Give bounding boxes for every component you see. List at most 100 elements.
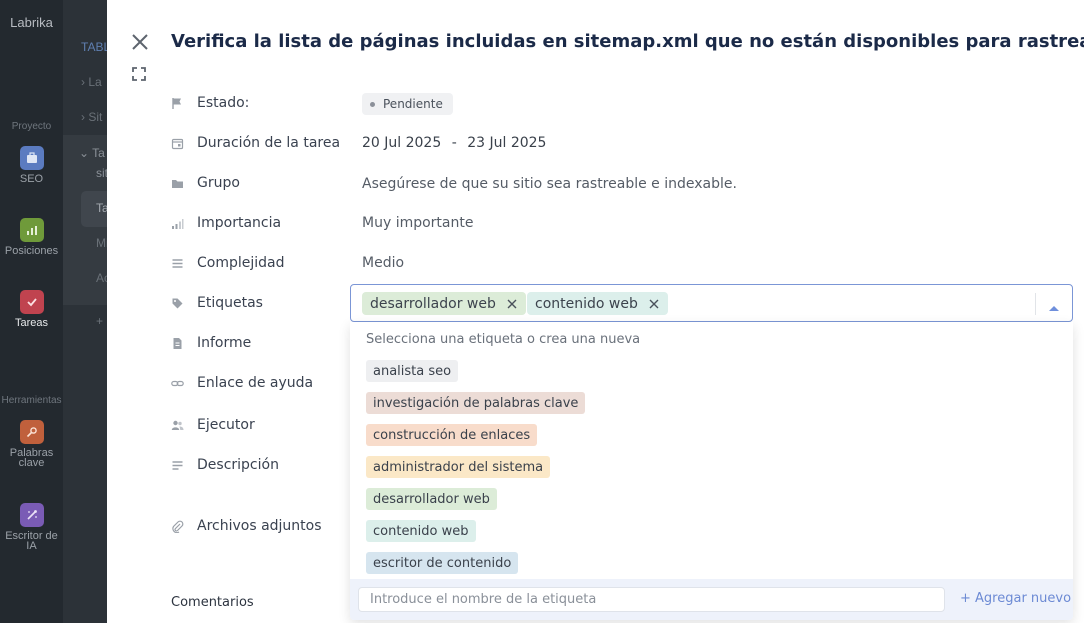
executor-label: Ejecutor: [197, 417, 255, 433]
sub-panel-item[interactable]: Mi: [96, 236, 107, 250]
tag-option-content-writer[interactable]: escritor de contenido: [366, 552, 519, 574]
sub-panel-item[interactable]: › La: [81, 75, 102, 89]
nav-label-tasks: Tareas: [14, 317, 49, 329]
duration-label: Duración de la tarea: [197, 135, 341, 151]
field-help-link: Enlace de ayuda: [170, 373, 360, 393]
sub-panel-heading: TABL: [81, 40, 107, 54]
calendar-icon: [170, 136, 184, 150]
attachments-label: Archivos adjuntos: [197, 518, 322, 534]
sub-panel-add[interactable]: +: [96, 314, 103, 328]
flag-icon: [170, 96, 184, 110]
tag-option-web-developer[interactable]: desarrollador web: [366, 488, 497, 510]
nav-item-seo[interactable]: SEO: [0, 146, 63, 185]
tag-option-sysadmin[interactable]: administrador del sistema: [366, 456, 551, 478]
field-executor: Ejecutor: [170, 415, 360, 435]
status-label: Estado:: [197, 95, 250, 111]
nav-item-positions[interactable]: Posiciones: [0, 218, 63, 257]
tag-option-seo-analyst[interactable]: analista seo: [366, 360, 459, 382]
checkmark-icon: [19, 290, 44, 314]
sub-panel-item-sub: sit: [96, 166, 107, 180]
sub-panel-item[interactable]: Ac: [96, 271, 107, 285]
field-description: Descripción: [170, 455, 360, 475]
selected-tag-label: contenido web: [535, 295, 638, 312]
nav-item-keywords[interactable]: Palabras clave: [0, 420, 63, 469]
app-sidebar: Labrika Proyecto SEO Posiciones Tareas H…: [0, 0, 63, 623]
nav-item-ai-writer[interactable]: Escritor de IA: [0, 503, 63, 552]
lines-icon: [170, 256, 184, 270]
selected-tag-chip: contenido web: [527, 292, 668, 315]
expand-button[interactable]: [131, 66, 147, 82]
nav-label-keywords: Palabras clave: [9, 447, 54, 469]
field-duration: Duración de la tarea: [170, 133, 360, 153]
paperclip-icon: [170, 519, 184, 533]
section-label-tools: Herramientas: [1, 395, 62, 406]
field-importance: Importancia: [170, 213, 360, 233]
field-tags: Etiquetas: [170, 293, 360, 313]
field-status: Estado:: [170, 93, 360, 113]
status-dot: [370, 101, 375, 107]
field-report: Informe: [170, 333, 360, 353]
remove-tag-button[interactable]: [646, 296, 662, 312]
importance-label: Importancia: [197, 215, 282, 231]
nav-label-ai-writer: Escritor de IA: [5, 530, 58, 552]
caret-up-icon: [1049, 306, 1059, 311]
nav-label-seo: SEO: [19, 173, 44, 185]
task-modal: Verifica la lista de páginas incluidas e…: [107, 0, 1084, 623]
sub-panel-item[interactable]: › Sit: [81, 110, 102, 124]
sub-panel-item[interactable]: ⌄ Ta: [79, 146, 105, 160]
close-button[interactable]: [129, 31, 151, 53]
signal-bars-icon: [170, 216, 184, 230]
text-lines-icon: [170, 458, 184, 472]
sub-panel-item[interactable]: Ta: [96, 201, 107, 215]
nav-item-tasks[interactable]: Tareas: [0, 290, 63, 329]
close-icon: [507, 299, 517, 308]
tags-select[interactable]: desarrollador web contenido web: [350, 284, 1073, 322]
report-label: Informe: [197, 335, 252, 351]
status-value: Pendiente: [383, 97, 443, 111]
importance-value[interactable]: Muy importante: [362, 215, 473, 231]
duration-value[interactable]: 20 Jul 2025 - 23 Jul 2025: [362, 135, 546, 151]
users-icon: [170, 418, 184, 432]
magic-wand-icon: [19, 503, 44, 527]
duration-separator: -: [451, 135, 457, 151]
comments-heading: Comentarios: [171, 595, 254, 610]
project-sub-panel: TABL › La › Sit ⌄ Ta sit Ta Mi Ac +: [63, 0, 107, 623]
link-icon: [170, 376, 184, 390]
document-icon: [170, 336, 184, 350]
tag-icon: [170, 296, 184, 310]
duration-start: 20 Jul 2025: [362, 135, 442, 151]
add-new-tag-button[interactable]: + Agregar nuevo: [960, 591, 1071, 606]
group-label: Grupo: [197, 175, 240, 191]
dropdown-toggle[interactable]: [1048, 298, 1060, 311]
remove-tag-button[interactable]: [504, 296, 520, 312]
tag-option-link-building[interactable]: construcción de enlaces: [366, 424, 538, 446]
task-title: Verifica la lista de páginas incluidas e…: [171, 31, 1084, 52]
tag-option-keyword-research[interactable]: investigación de palabras clave: [366, 392, 586, 414]
help-link-label: Enlace de ayuda: [197, 375, 314, 391]
tags-dropdown: Selecciona una etiqueta o crea una nueva…: [350, 322, 1073, 620]
folder-icon: [170, 176, 184, 190]
field-group: Grupo: [170, 173, 360, 193]
status-badge[interactable]: Pendiente: [362, 93, 453, 115]
close-icon: [132, 34, 148, 50]
complexity-value[interactable]: Medio: [362, 255, 404, 271]
tags-label: Etiquetas: [197, 295, 263, 311]
complexity-label: Complejidad: [197, 255, 285, 271]
chart-icon: [19, 218, 44, 242]
briefcase-icon: [19, 146, 44, 170]
app-logo: Labrika: [10, 15, 53, 30]
key-icon: [19, 420, 44, 444]
group-value: Asegúrese de que su sitio sea rastreable…: [362, 176, 737, 192]
section-label-project: Proyecto: [11, 121, 52, 132]
selected-tag-label: desarrollador web: [370, 295, 496, 312]
field-attachments: Archivos adjuntos: [170, 516, 360, 536]
duration-end: 23 Jul 2025: [467, 135, 547, 151]
new-tag-input[interactable]: [358, 587, 945, 612]
field-complexity: Complejidad: [170, 253, 360, 273]
tag-option-web-content[interactable]: contenido web: [366, 520, 476, 542]
selected-tag-chip: desarrollador web: [362, 292, 526, 315]
fullscreen-icon: [132, 67, 146, 81]
dropdown-footer: + Agregar nuevo: [350, 579, 1073, 620]
close-icon: [649, 299, 659, 308]
nav-label-positions: Posiciones: [4, 245, 59, 257]
